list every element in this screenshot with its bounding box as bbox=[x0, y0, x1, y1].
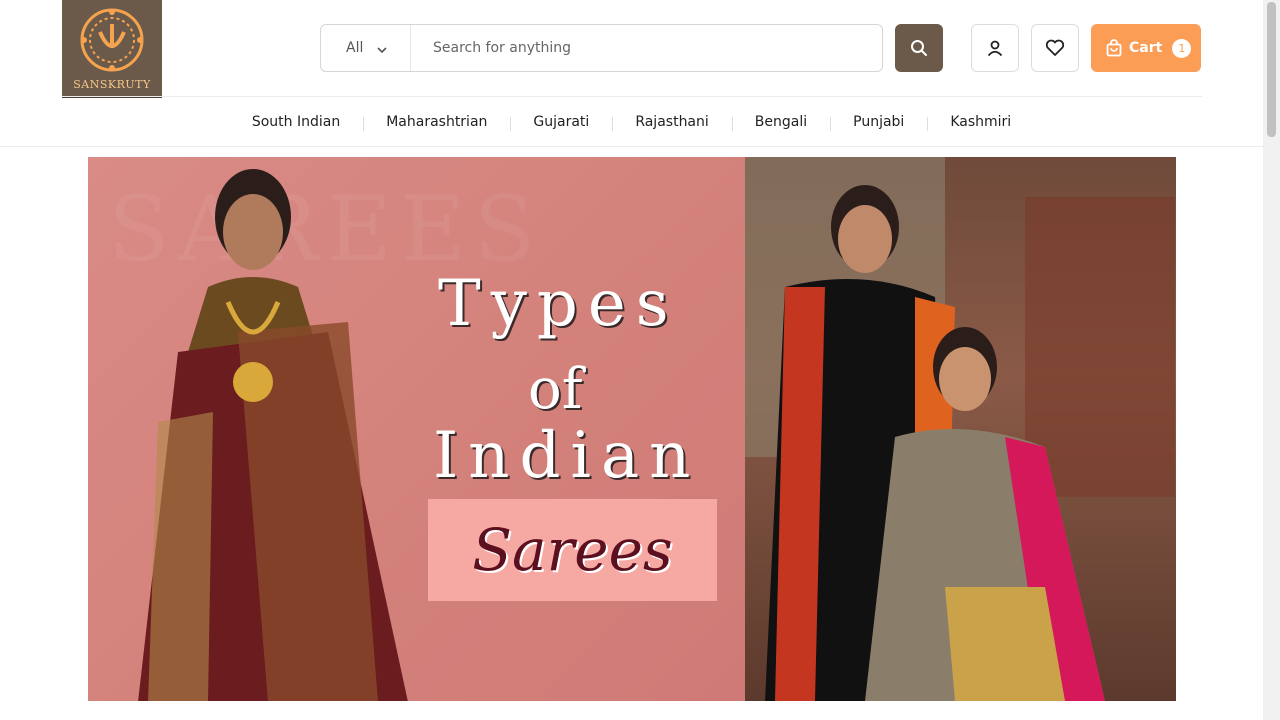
shopping-bag-icon bbox=[1106, 39, 1122, 57]
cart-label: Cart bbox=[1129, 40, 1163, 56]
wishlist-button[interactable] bbox=[1031, 24, 1079, 72]
search-category-select[interactable]: All bbox=[321, 25, 411, 71]
search-icon bbox=[911, 40, 927, 56]
nav-item-maharashtrian[interactable]: Maharashtrian bbox=[363, 114, 510, 131]
hero-banner[interactable]: SAREES Types of Indian Sarees bbox=[88, 157, 1176, 701]
models-right-image bbox=[745, 157, 1175, 701]
account-button[interactable] bbox=[971, 24, 1019, 72]
search-input[interactable] bbox=[411, 25, 882, 71]
cart-count-badge: 1 bbox=[1172, 38, 1192, 58]
nav-item-punjabi[interactable]: Punjabi bbox=[830, 114, 927, 131]
site-header: SANSKRUTY All Cart bbox=[0, 0, 1263, 98]
banner-title-line-1: Types bbox=[438, 267, 679, 341]
heart-icon bbox=[1045, 39, 1065, 56]
logo-emblem-icon bbox=[80, 8, 144, 72]
logo-text: SANSKRUTY bbox=[73, 78, 151, 91]
banner-left-panel: SAREES Types of Indian Sarees bbox=[88, 157, 745, 701]
banner-title-line-3: Indian bbox=[433, 419, 701, 493]
search-category-label: All bbox=[346, 40, 364, 56]
nav-item-south-indian[interactable]: South Indian bbox=[229, 114, 363, 130]
cart-button[interactable]: Cart 1 bbox=[1091, 24, 1201, 72]
user-icon bbox=[987, 40, 1003, 57]
chevron-down-icon bbox=[377, 43, 387, 54]
banner-title-line-4: Sarees bbox=[472, 516, 673, 584]
search-button[interactable] bbox=[895, 24, 943, 72]
page-scrollbar[interactable] bbox=[1263, 0, 1280, 720]
site-logo[interactable]: SANSKRUTY bbox=[62, 0, 162, 98]
nav-item-rajasthani[interactable]: Rajasthani bbox=[612, 114, 731, 131]
category-nav: South Indian Maharashtrian Gujarati Raja… bbox=[0, 97, 1263, 147]
nav-item-gujarati[interactable]: Gujarati bbox=[510, 114, 612, 131]
banner-title-line-2: of bbox=[528, 357, 583, 422]
search-bar: All bbox=[320, 24, 883, 72]
model-left-image bbox=[138, 169, 408, 701]
nav-item-kashmiri[interactable]: Kashmiri bbox=[927, 114, 1034, 131]
nav-item-bengali[interactable]: Bengali bbox=[731, 114, 830, 131]
banner-right-panel bbox=[745, 157, 1176, 701]
scrollbar-thumb[interactable] bbox=[1267, 2, 1276, 137]
banner-sarees-box: Sarees bbox=[428, 499, 717, 601]
